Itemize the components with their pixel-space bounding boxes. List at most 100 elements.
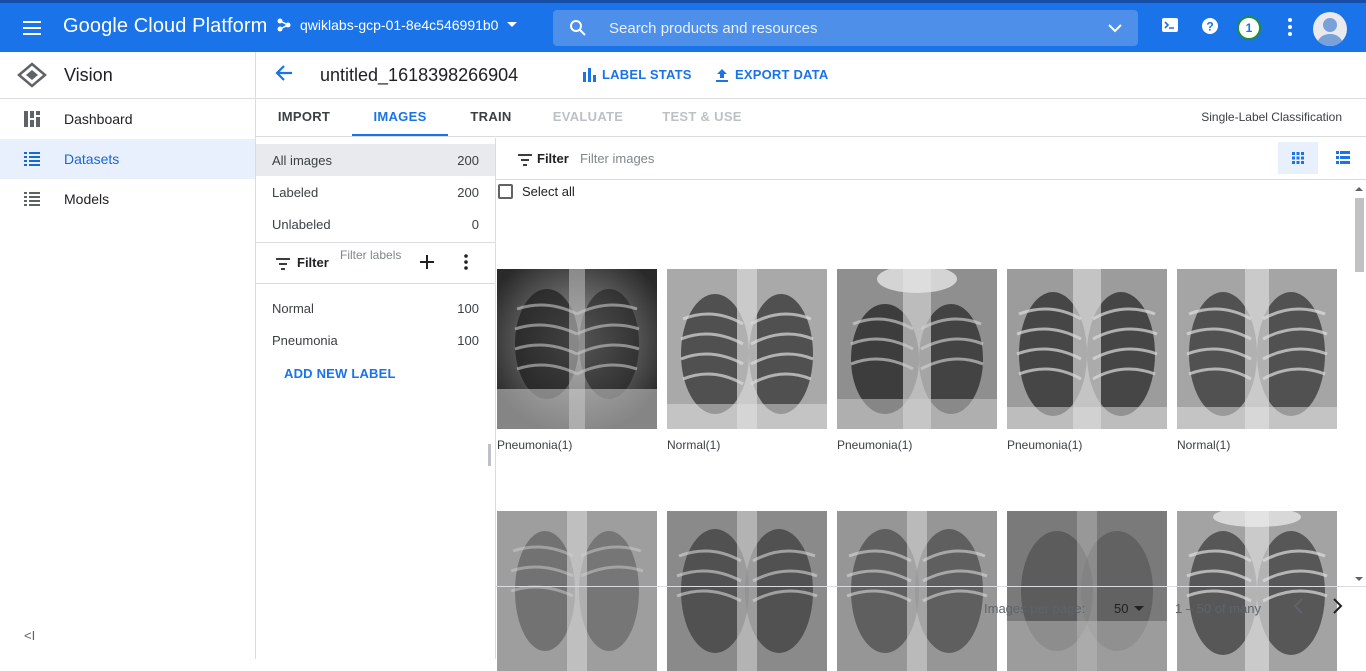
tab-import[interactable]: IMPORT bbox=[268, 99, 340, 136]
group-name: Labeled bbox=[272, 185, 319, 200]
label-panel: All images 200 Labeled 200 Unlabeled 0 F… bbox=[256, 138, 496, 659]
brand-title[interactable]: Google Cloud Platform bbox=[63, 15, 267, 38]
sidebar-item-label: Datasets bbox=[64, 151, 120, 167]
list-icon bbox=[23, 150, 41, 171]
label-filter-input[interactable]: Filter labels bbox=[340, 247, 404, 263]
left-nav: Vision Dashboard Datasets Models <I bbox=[0, 52, 256, 659]
bar-chart-icon bbox=[583, 67, 596, 82]
xray-thumbnail[interactable] bbox=[1007, 269, 1167, 429]
main-content: untitled_1618398266904 LABEL STATS EXPOR… bbox=[256, 52, 1366, 671]
sidebar-item-models[interactable]: Models bbox=[0, 179, 255, 219]
list-icon bbox=[23, 190, 41, 211]
select-all-checkbox[interactable] bbox=[498, 184, 513, 199]
vision-logo-icon bbox=[17, 62, 47, 93]
select-all[interactable]: Select all bbox=[498, 184, 575, 199]
tab-evaluate[interactable]: EVALUATE bbox=[544, 99, 632, 136]
group-name: All images bbox=[272, 153, 332, 168]
more-vert-icon[interactable] bbox=[463, 254, 469, 275]
label-name: Pneumonia bbox=[272, 333, 338, 348]
label-normal[interactable]: Normal 100 bbox=[256, 292, 495, 324]
cloud-shell-icon[interactable] bbox=[1161, 16, 1179, 39]
image-card[interactable]: Pneumonia(1) bbox=[497, 269, 657, 452]
image-grid-panel: Filter Filter images Select all Pneumoni… bbox=[496, 138, 1366, 671]
sidebar-item-dashboard[interactable]: Dashboard bbox=[0, 99, 255, 139]
search-input[interactable] bbox=[609, 10, 1089, 46]
dataset-name: untitled_1618398266904 bbox=[320, 65, 519, 85]
product-title: Vision bbox=[64, 65, 113, 85]
tab-bar: IMPORT IMAGES TRAIN EVALUATE TEST & USE … bbox=[256, 99, 1366, 137]
help-icon[interactable]: ? bbox=[1200, 16, 1220, 41]
image-card[interactable]: Normal(1) bbox=[1177, 269, 1337, 452]
notifications-badge[interactable]: 1 bbox=[1237, 16, 1261, 40]
project-selector[interactable]: qwiklabs-gcp-01-8e4c546991b0 bbox=[276, 17, 518, 33]
tab-train[interactable]: TRAIN bbox=[460, 99, 522, 136]
group-labeled[interactable]: Labeled 200 bbox=[256, 176, 495, 208]
xray-thumbnail[interactable] bbox=[1177, 269, 1337, 429]
project-icon bbox=[277, 18, 291, 32]
label-pneumonia[interactable]: Pneumonia 100 bbox=[256, 324, 495, 356]
image-card[interactable]: Pneumonia(1) bbox=[837, 269, 997, 452]
sidebar-item-datasets[interactable]: Datasets bbox=[0, 139, 255, 179]
image-filter-bar: Filter Filter images bbox=[496, 138, 1366, 180]
list-view-icon bbox=[1336, 151, 1350, 164]
per-page-select[interactable]: 50 bbox=[1114, 601, 1145, 616]
image-card[interactable]: Normal(1) bbox=[667, 269, 827, 452]
select-all-label: Select all bbox=[522, 184, 575, 199]
image-label: Normal(1) bbox=[1177, 438, 1231, 452]
scroll-down-icon[interactable] bbox=[1352, 574, 1366, 584]
image-filter-input[interactable]: Filter images bbox=[580, 151, 654, 166]
image-label: Pneumonia(1) bbox=[497, 438, 573, 452]
grid-view-button[interactable] bbox=[1278, 142, 1318, 174]
add-icon[interactable] bbox=[420, 255, 434, 274]
dataset-header: untitled_1618398266904 LABEL STATS EXPOR… bbox=[256, 52, 1366, 99]
label-count: 100 bbox=[457, 301, 479, 316]
svg-text:?: ? bbox=[1206, 20, 1213, 34]
back-arrow-icon[interactable] bbox=[274, 63, 294, 88]
image-filter-button[interactable]: Filter bbox=[537, 151, 569, 166]
sidebar-item-label: Models bbox=[64, 191, 110, 207]
scroll-up-icon[interactable] bbox=[1352, 184, 1366, 194]
grid-scrollbar[interactable] bbox=[1352, 180, 1366, 586]
label-filter-bar: Filter Filter labels bbox=[256, 242, 495, 284]
label-stats-label: LABEL STATS bbox=[602, 67, 692, 82]
resize-handle[interactable] bbox=[488, 444, 491, 466]
group-name: Unlabeled bbox=[272, 217, 331, 232]
prev-page-icon[interactable] bbox=[1292, 598, 1304, 617]
xray-thumbnail[interactable] bbox=[497, 269, 657, 429]
filter-icon bbox=[518, 153, 532, 171]
xray-thumbnail[interactable] bbox=[837, 269, 997, 429]
image-label: Normal(1) bbox=[667, 438, 721, 452]
page-range: 1 – 50 of many bbox=[1175, 601, 1261, 616]
classification-mode: Single-Label Classification bbox=[1201, 110, 1342, 124]
chevron-down-icon bbox=[507, 22, 518, 27]
per-page-value: 50 bbox=[1114, 601, 1129, 616]
group-count: 200 bbox=[457, 185, 479, 200]
label-filter-button[interactable]: Filter bbox=[297, 255, 329, 270]
more-vert-icon[interactable] bbox=[1282, 16, 1298, 43]
per-page-label: Images per page: bbox=[984, 601, 1086, 616]
group-all-images[interactable]: All images 200 bbox=[256, 144, 495, 176]
pagination-bar: Images per page: 50 1 – 50 of many bbox=[496, 586, 1366, 626]
group-count: 200 bbox=[457, 153, 479, 168]
image-card[interactable]: Pneumonia(1) bbox=[1007, 269, 1167, 452]
xray-thumbnail[interactable] bbox=[667, 269, 827, 429]
next-page-icon[interactable] bbox=[1332, 598, 1344, 617]
hamburger-menu-icon[interactable] bbox=[20, 16, 44, 40]
avatar[interactable] bbox=[1313, 12, 1347, 46]
upload-icon bbox=[716, 68, 728, 82]
group-unlabeled[interactable]: Unlabeled 0 bbox=[256, 208, 495, 240]
tab-images[interactable]: IMAGES bbox=[352, 99, 448, 136]
label-name: Normal bbox=[272, 301, 314, 316]
search-expand-icon[interactable] bbox=[1106, 19, 1124, 42]
label-stats-button[interactable]: LABEL STATS bbox=[582, 67, 692, 82]
collapse-nav-icon[interactable]: <I bbox=[24, 628, 35, 643]
project-name: qwiklabs-gcp-01-8e4c546991b0 bbox=[300, 17, 499, 33]
add-new-label-button[interactable]: ADD NEW LABEL bbox=[284, 366, 396, 381]
chevron-down-icon bbox=[1134, 605, 1145, 611]
label-count: 100 bbox=[457, 333, 479, 348]
tab-test-use[interactable]: TEST & USE bbox=[656, 99, 748, 136]
export-data-button[interactable]: EXPORT DATA bbox=[715, 67, 828, 82]
scroll-thumb[interactable] bbox=[1355, 198, 1364, 272]
search-bar[interactable] bbox=[553, 10, 1138, 46]
list-view-button[interactable] bbox=[1323, 142, 1363, 174]
